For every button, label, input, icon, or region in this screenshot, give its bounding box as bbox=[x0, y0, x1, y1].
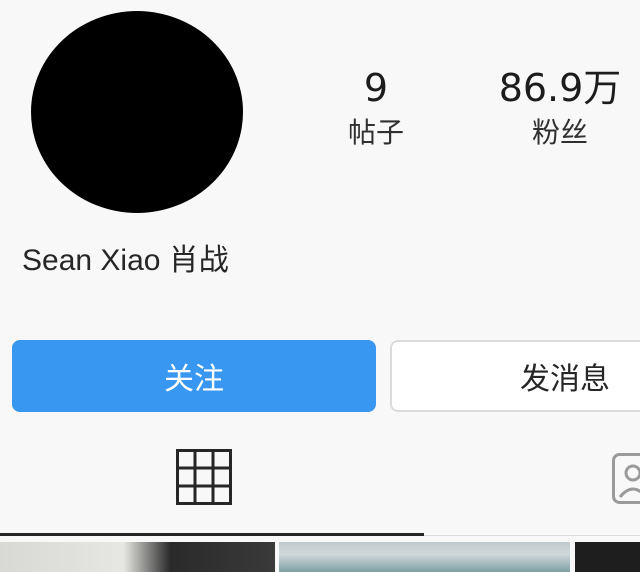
tab-grid[interactable] bbox=[176, 449, 232, 509]
post-thumbnail-2[interactable] bbox=[279, 542, 570, 572]
grid-icon bbox=[176, 449, 232, 505]
post-thumbnail-1[interactable] bbox=[0, 542, 275, 572]
profile-username: Sean Xiao 肖战 bbox=[22, 244, 229, 277]
posts-count: 9 bbox=[363, 66, 389, 110]
post-thumbnail-3[interactable] bbox=[575, 542, 640, 572]
message-button[interactable]: 发消息 bbox=[390, 340, 640, 412]
tab-tagged[interactable] bbox=[612, 453, 640, 509]
followers-count: 86.9万 bbox=[498, 66, 622, 110]
posts-count-stat[interactable]: 9 帖子 bbox=[336, 66, 416, 150]
follow-button[interactable]: 关注 bbox=[12, 340, 376, 412]
tagged-person-icon bbox=[612, 453, 640, 504]
posts-label: 帖子 bbox=[347, 116, 404, 149]
active-tab-indicator bbox=[0, 533, 424, 536]
followers-count-stat[interactable]: 86.9万 粉丝 bbox=[480, 66, 640, 150]
avatar[interactable] bbox=[31, 11, 243, 213]
followers-label: 粉丝 bbox=[531, 116, 588, 149]
